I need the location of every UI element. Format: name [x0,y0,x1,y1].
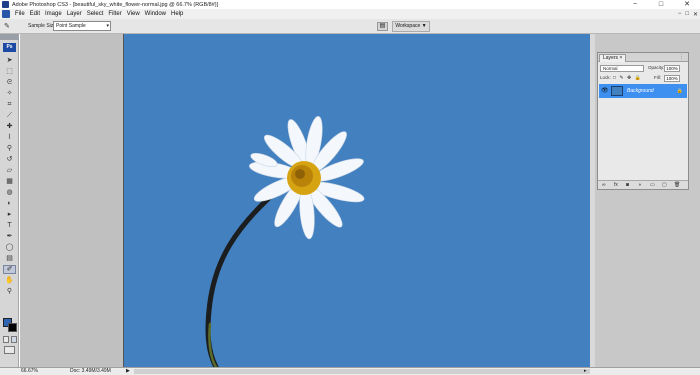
pen-tool-icon[interactable]: ✒ [3,232,16,241]
document-workspace [20,34,590,367]
menu-filter[interactable]: Filter [108,11,121,17]
ps-menu-icon[interactable] [2,10,10,18]
screen-mode-icon[interactable] [4,346,15,354]
layer-style-icon[interactable]: fx [614,182,618,188]
panel-menu-icon[interactable]: ⋮ [679,54,684,60]
doc-minimize-button[interactable]: − [678,11,682,17]
menu-edit[interactable]: Edit [30,11,40,17]
zoom-tool-icon[interactable]: ⚲ [3,287,16,296]
menu-select[interactable]: Select [87,11,104,17]
status-menu-arrow-icon[interactable]: ▶ [126,368,130,375]
chevron-down-icon: ▾ [106,23,109,29]
document-size-info: Doc: 3.49M/3.49M [70,368,111,374]
scroll-right-arrow-icon[interactable]: ▸ [584,368,587,375]
marquee-tool-icon[interactable]: ⬚ [3,67,16,76]
eyedropper-preset-icon[interactable]: ✎ [4,22,14,31]
gradient-tool-icon[interactable]: ▦ [3,177,16,186]
fill-field[interactable]: 100% [664,75,680,82]
document-window-controls: − □ ✕ [678,9,698,19]
hand-tool-icon[interactable]: ✋ [3,276,16,285]
sample-size-select[interactable]: Point Sample ▾ [53,21,111,31]
layer-name[interactable]: Background [627,88,654,94]
blur-tool-icon[interactable]: ◍ [3,188,16,197]
magic-wand-tool-icon[interactable]: ✧ [3,89,16,98]
doc-close-button[interactable]: ✕ [693,11,698,18]
toolbox: Ps ➤ ⬚ ᘓ ✧ ⌗ ⟋ ✚ ⌇ ⚲ ↺ ▱ ▦ ◍ ◐ ▸ T ✒ ◯ ▤ ✐ ✋ ⚲ [0,34,19,367]
dodge-tool-icon[interactable]: ◐ [3,199,16,208]
toolbox-grip[interactable] [0,34,19,40]
window-title: Adobe Photoshop CS3 - [beautiful_sky_whi… [12,1,219,8]
lock-label: Lock: [600,75,611,80]
quick-mask-icon[interactable] [11,336,17,343]
layers-tab-bar: Layers × ⋮ [598,53,688,62]
close-button[interactable]: ✕ [674,0,700,9]
adjustment-layer-icon[interactable]: ◑ [638,182,641,188]
history-brush-tool-icon[interactable]: ↺ [3,155,16,164]
zoom-level-field[interactable]: 66.67% [21,368,38,375]
eyedropper-tool-icon[interactable]: ✐ [3,265,16,274]
crop-tool-icon[interactable]: ⌗ [3,100,16,109]
path-selection-tool-icon[interactable]: ▸ [3,210,16,219]
sample-size-value: Point Sample [56,23,86,29]
menu-help[interactable]: Help [171,11,183,17]
layer-mask-icon[interactable]: ◙ [626,182,629,188]
menu-bar: File Edit Image Layer Select Filter View… [0,9,700,19]
trash-icon[interactable]: 🗑 [674,182,680,188]
move-tool-icon[interactable]: ➤ [3,56,16,65]
tab-layers[interactable]: Layers × [599,54,627,62]
shape-tool-icon[interactable]: ◯ [3,243,16,252]
brush-tool-icon[interactable]: ⌇ [3,133,16,142]
standard-mode-icon[interactable] [3,336,9,343]
menu-view[interactable]: View [127,11,140,17]
doc-restore-button[interactable]: □ [685,11,689,17]
type-tool-icon[interactable]: T [3,221,16,230]
image-canvas[interactable] [124,34,590,367]
lock-options-icons[interactable]: □ ✎ ✥ 🔒 [613,75,642,81]
window-controls: − □ ✕ [622,0,700,9]
fill-label: Fill: [654,75,661,80]
layers-panel: Layers × ⋮ Normal Opacity: 100% Lock: □ … [597,52,689,190]
menu-window[interactable]: Window [145,11,166,17]
minimize-button[interactable]: − [622,0,648,9]
status-bar: 66.67% Doc: 3.49M/3.49M ▶ ▸ [0,367,700,375]
horizontal-scrollbar[interactable] [134,369,590,374]
layer-thumbnail [611,86,623,96]
menu-layer[interactable]: Layer [67,11,82,17]
lasso-tool-icon[interactable]: ᘓ [3,78,16,87]
title-bar: Adobe Photoshop CS3 - [beautiful_sky_whi… [0,0,700,9]
opacity-label: Opacity: [648,65,665,70]
layer-lock-icon: 🔒 [676,88,683,94]
layer-row-background[interactable]: 👁 Background 🔒 [599,84,687,98]
eraser-tool-icon[interactable]: ▱ [3,166,16,175]
new-group-icon[interactable]: ▭ [650,182,655,188]
notes-tool-icon[interactable]: ▤ [3,254,16,263]
slice-tool-icon[interactable]: ⟋ [3,111,16,120]
visibility-eye-icon[interactable]: 👁 [601,87,609,95]
new-layer-icon[interactable]: ▢ [662,182,667,188]
menu-image[interactable]: Image [45,11,62,17]
palette-well-icon[interactable]: ▤ [377,22,388,31]
photoshop-app-icon [2,1,9,8]
options-bar: ✎ Sample Size: Point Sample ▾ ▤ Workspac… [0,19,700,34]
background-color-swatch[interactable] [8,323,17,332]
layers-footer: ∞ fx ◙ ◑ ▭ ▢ 🗑 [598,180,688,189]
clone-stamp-tool-icon[interactable]: ⚲ [3,144,16,153]
flower-image [205,116,365,367]
blend-mode-select[interactable]: Normal [600,65,644,72]
menu-file[interactable]: File [15,11,25,17]
maximize-button[interactable]: □ [648,0,674,9]
link-layers-icon[interactable]: ∞ [602,182,606,188]
healing-brush-tool-icon[interactable]: ✚ [3,122,16,131]
ps-logo-icon[interactable]: Ps [3,43,16,52]
opacity-field[interactable]: 100% [664,65,680,72]
workspace-button[interactable]: Workspace ▼ [392,21,430,32]
